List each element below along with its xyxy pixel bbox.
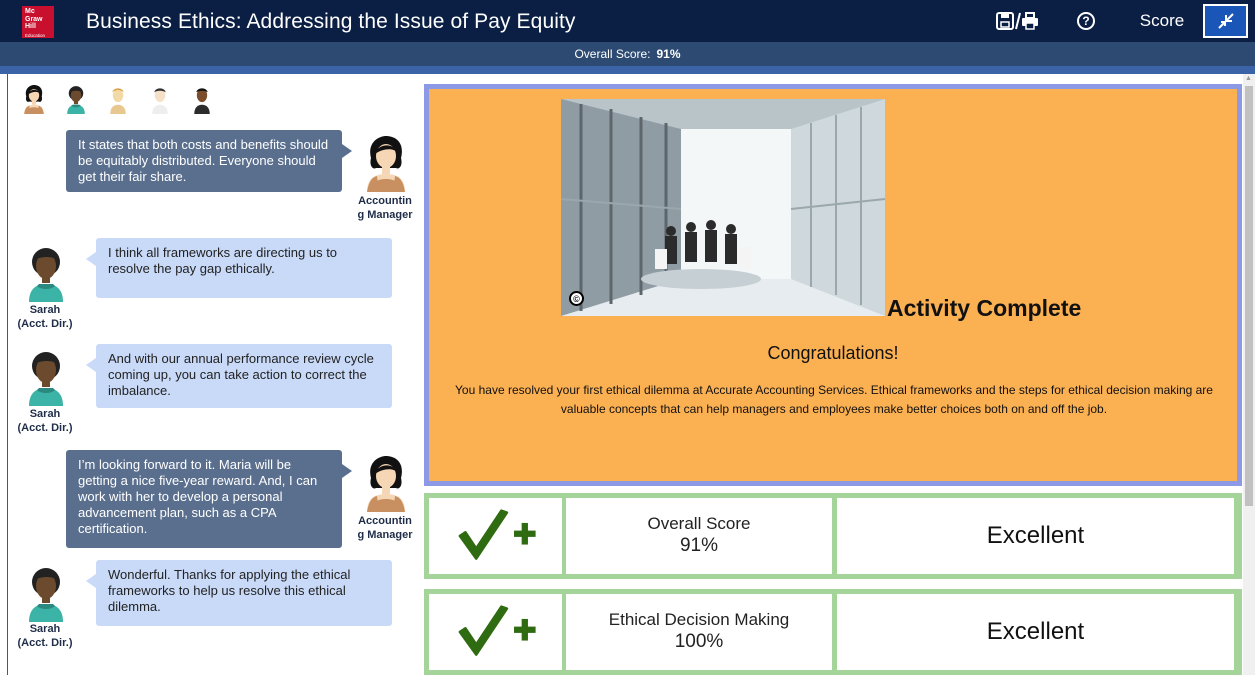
- result-value: 100%: [674, 631, 724, 652]
- avatar-sarah: [23, 564, 69, 622]
- result-score-cell: Ethical Decision Making 100%: [566, 594, 832, 670]
- overall-score-label: Overall Score:: [574, 47, 651, 61]
- top-bar: Mc Graw Hill Education Business Ethics: …: [0, 0, 1255, 42]
- speaker-name: Sarah (Acct. Dir.): [17, 304, 73, 330]
- checkmark-plus-icon: [451, 505, 541, 567]
- result-score-cell: Overall Score 91%: [566, 498, 832, 574]
- result-rating-cell: Excellent: [837, 594, 1234, 670]
- office-meeting-photo: ©: [561, 99, 885, 316]
- message-text: And with our annual performance review c…: [108, 351, 374, 398]
- result-rating: Excellent: [986, 618, 1085, 645]
- scroll-thumb[interactable]: [1245, 86, 1253, 506]
- overall-score-bar: Overall Score: 91%: [0, 42, 1255, 66]
- avatar-participant-5: [194, 88, 210, 114]
- message-text: It states that both costs and benefits s…: [78, 137, 329, 184]
- message-text: Wonderful. Thanks for applying the ethic…: [108, 567, 351, 614]
- activity-complete-card: © Activity Complete Congratulations! You…: [424, 84, 1242, 486]
- avatar-sarah: [23, 348, 69, 406]
- chat-bubble: It states that both costs and benefits s…: [66, 130, 352, 192]
- message-text: I think all frameworks are directing us …: [108, 245, 338, 276]
- help-icon: ?: [1077, 12, 1095, 30]
- collapse-icon: [1217, 13, 1234, 29]
- chat-bubble: And with our annual performance review c…: [86, 344, 392, 408]
- save-print-icon: [996, 12, 1038, 30]
- scroll-up-arrow-icon[interactable]: ▲: [1245, 75, 1252, 82]
- activity-complete-title: Activity Complete: [887, 295, 1082, 321]
- meeting-image: [561, 99, 885, 316]
- avatar-accounting-manager: [363, 134, 409, 192]
- speaker-name: Accountin g Manager: [357, 195, 413, 221]
- result-rating-cell: Excellent: [837, 498, 1234, 574]
- conversation-panel[interactable]: It states that both costs and benefits s…: [7, 74, 417, 675]
- score-button[interactable]: Score: [1132, 9, 1192, 33]
- header-divider: [0, 66, 1255, 74]
- checkmark-plus-icon: [451, 601, 541, 663]
- congratulations-heading: Congratulations!: [767, 343, 899, 363]
- avatar-accounting-manager: [20, 84, 48, 114]
- page-title: Business Ethics: Addressing the Issue of…: [86, 10, 576, 33]
- mcgraw-hill-logo: Mc Graw Hill Education: [22, 6, 54, 38]
- speaker-name: Sarah (Acct. Dir.): [17, 623, 73, 649]
- copyright-icon: ©: [569, 291, 584, 306]
- chat-bubble: I’m looking forward to it. Maria will be…: [66, 450, 352, 548]
- chat-bubble: Wonderful. Thanks for applying the ethic…: [86, 560, 392, 626]
- collapse-button[interactable]: [1203, 4, 1248, 38]
- result-label: Overall Score: [647, 514, 751, 533]
- avatar-accounting-manager: [363, 454, 409, 512]
- avatar-participant-3: [110, 88, 126, 114]
- result-label: Ethical Decision Making: [608, 610, 790, 629]
- help-button[interactable]: ?: [1072, 9, 1100, 33]
- result-icon-cell: [429, 498, 562, 574]
- avatar-participant-4: [152, 88, 168, 114]
- content-scrollbar[interactable]: ▲: [1243, 74, 1255, 675]
- save-print-button[interactable]: [994, 9, 1040, 33]
- chat-bubble: I think all frameworks are directing us …: [86, 238, 392, 298]
- participant-avatars: [20, 84, 216, 114]
- result-rating: Excellent: [986, 522, 1085, 549]
- avatar-sarah: [23, 244, 69, 302]
- speaker-name: Accountin g Manager: [357, 515, 413, 541]
- completion-message: You have resolved your first ethical dil…: [455, 383, 1213, 416]
- result-icon-cell: [429, 594, 562, 670]
- avatar-sarah: [62, 84, 90, 114]
- message-text: I’m looking forward to it. Maria will be…: [78, 457, 318, 536]
- overall-score-value: 91%: [656, 47, 681, 61]
- ethical-decision-making-result: Ethical Decision Making 100% Excellent: [424, 589, 1242, 675]
- speaker-name: Sarah (Acct. Dir.): [17, 408, 73, 434]
- overall-score-result: Overall Score 91% Excellent: [424, 493, 1242, 579]
- result-value: 91%: [679, 535, 719, 556]
